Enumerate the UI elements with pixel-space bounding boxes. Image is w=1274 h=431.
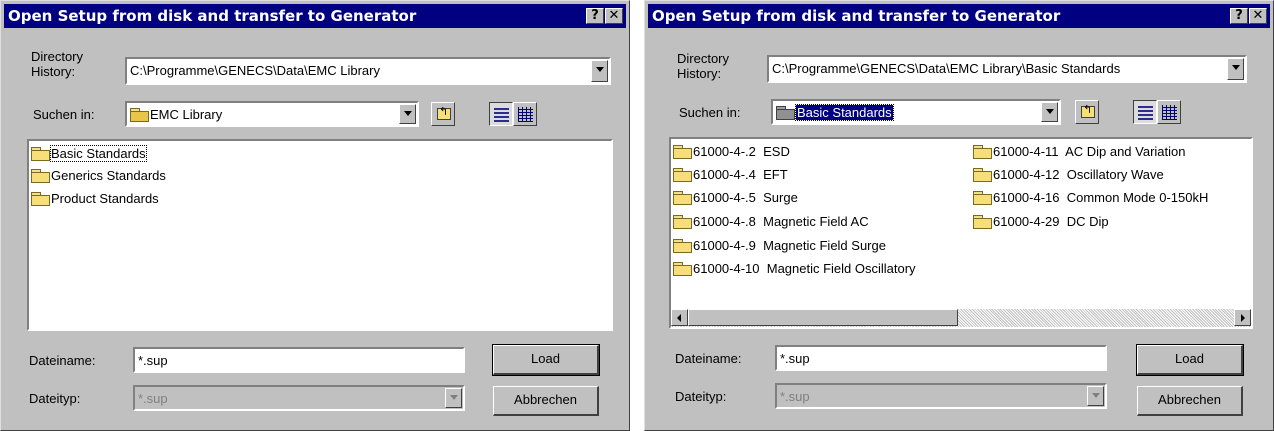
details-view-button[interactable] — [513, 102, 537, 126]
scroll-left-arrow-icon[interactable] — [671, 309, 688, 326]
folder-icon — [673, 191, 692, 205]
folder-icon — [673, 239, 692, 253]
list-view-button[interactable] — [489, 102, 513, 126]
look-in-value: Basic Standards — [776, 101, 894, 125]
look-in-combo[interactable]: EMC Library — [125, 101, 419, 127]
look-in-combo[interactable]: Basic Standards — [771, 99, 1061, 125]
directory-history-value: C:\Programme\GENECS\Data\EMC Library — [130, 63, 380, 78]
list-item[interactable]: 61000-4-.5 Surge — [673, 189, 798, 207]
details-view-icon — [1162, 105, 1177, 120]
list-item-generics-standards[interactable]: Generics Standards — [31, 167, 166, 185]
open-setup-dialog-right: Open Setup from disk and transfer to Gen… — [644, 0, 1274, 431]
dropdown-arrow-icon[interactable] — [399, 104, 416, 124]
directory-history-label: Directory History: — [677, 51, 730, 81]
filetype-label: Dateityp: — [29, 391, 81, 406]
open-folder-icon — [130, 108, 149, 122]
list-item[interactable]: 61000-4-.8 Magnetic Field AC — [673, 213, 869, 231]
filetype-combo[interactable]: *.sup — [775, 383, 1107, 409]
list-view-icon — [494, 107, 509, 122]
scroll-right-arrow-icon[interactable] — [1234, 309, 1251, 326]
look-in-value: EMC Library — [130, 103, 222, 127]
list-item-product-standards[interactable]: Product Standards — [31, 190, 159, 208]
folder-icon — [673, 215, 692, 229]
up-folder-icon — [1081, 103, 1095, 118]
filename-label: Dateiname: — [675, 351, 742, 366]
folder-icon — [31, 147, 50, 161]
folder-icon — [673, 262, 692, 276]
title-bar[interactable]: Open Setup from disk and transfer to Gen… — [648, 4, 1270, 28]
folder-icon — [973, 215, 992, 229]
list-item-basic-standards[interactable]: Basic Standards — [31, 145, 147, 163]
close-button[interactable]: ✕ — [1249, 8, 1267, 24]
up-one-level-button[interactable] — [431, 102, 455, 126]
list-item[interactable]: 61000-4-.2 ESD — [673, 143, 790, 161]
title-bar[interactable]: Open Setup from disk and transfer to Gen… — [4, 4, 626, 28]
filetype-combo[interactable]: *.sup — [133, 385, 465, 411]
folder-icon — [973, 191, 992, 205]
dropdown-arrow-icon[interactable] — [445, 388, 462, 408]
directory-history-value: C:\Programme\GENECS\Data\EMC Library\Bas… — [772, 61, 1121, 76]
dropdown-arrow-icon[interactable] — [1227, 58, 1244, 80]
list-item[interactable]: 61000-4-16 Common Mode 0-150kH — [973, 189, 1208, 207]
look-in-label: Suchen in: — [33, 107, 95, 122]
file-list[interactable]: Basic Standards Generics Standards Produ… — [27, 139, 613, 331]
list-item[interactable]: 61000-4-.4 EFT — [673, 166, 788, 184]
filename-input[interactable]: *.sup — [133, 347, 465, 373]
cancel-button[interactable]: Abbrechen — [1137, 386, 1243, 416]
help-button[interactable]: ? — [586, 8, 604, 24]
folder-icon — [973, 145, 992, 159]
dialog-title: Open Setup from disk and transfer to Gen… — [652, 7, 1061, 25]
list-item[interactable]: 61000-4-29 DC Dip — [973, 213, 1109, 231]
list-item[interactable]: 61000-4-10 Magnetic Field Oscillatory — [673, 260, 916, 278]
folder-icon — [31, 169, 50, 183]
details-view-button[interactable] — [1157, 100, 1181, 124]
folder-icon — [973, 168, 992, 182]
scroll-thumb[interactable] — [688, 309, 958, 326]
help-button[interactable]: ? — [1230, 8, 1248, 24]
directory-history-combo[interactable]: C:\Programme\GENECS\Data\EMC Library — [125, 57, 611, 85]
list-item[interactable]: 61000-4-12 Oscillatory Wave — [973, 166, 1164, 184]
list-item[interactable]: 61000-4-.9 Magnetic Field Surge — [673, 237, 886, 255]
up-folder-icon — [437, 105, 451, 120]
directory-history-combo[interactable]: C:\Programme\GENECS\Data\EMC Library\Bas… — [767, 55, 1247, 83]
dropdown-arrow-icon[interactable] — [1041, 102, 1058, 122]
folder-icon — [673, 168, 692, 182]
directory-history-label: Directory History: — [31, 49, 84, 79]
load-button[interactable]: Load — [1136, 344, 1244, 376]
up-one-level-button[interactable] — [1075, 100, 1099, 124]
load-button[interactable]: Load — [492, 344, 600, 376]
list-item[interactable]: 61000-4-11 AC Dip and Variation — [973, 143, 1186, 161]
list-view-icon — [1138, 105, 1153, 120]
open-setup-dialog-left: Open Setup from disk and transfer to Gen… — [0, 0, 630, 431]
folder-icon — [31, 192, 50, 206]
filetype-label: Dateityp: — [675, 389, 727, 404]
folder-icon — [673, 145, 692, 159]
dropdown-arrow-icon[interactable] — [591, 60, 608, 82]
filename-label: Dateiname: — [29, 353, 96, 368]
look-in-label: Suchen in: — [679, 105, 741, 120]
dropdown-arrow-icon[interactable] — [1087, 386, 1104, 406]
list-view-button[interactable] — [1133, 100, 1157, 124]
filename-input[interactable]: *.sup — [775, 345, 1107, 371]
dialog-title: Open Setup from disk and transfer to Gen… — [8, 7, 417, 25]
cancel-button[interactable]: Abbrechen — [493, 386, 599, 416]
open-folder-icon — [776, 106, 795, 120]
file-list[interactable]: 61000-4-.2 ESD 61000-4-.4 EFT 61000-4-.5… — [669, 137, 1253, 329]
horizontal-scrollbar[interactable] — [671, 309, 1251, 327]
close-button[interactable]: ✕ — [605, 8, 623, 24]
details-view-icon — [518, 107, 533, 122]
